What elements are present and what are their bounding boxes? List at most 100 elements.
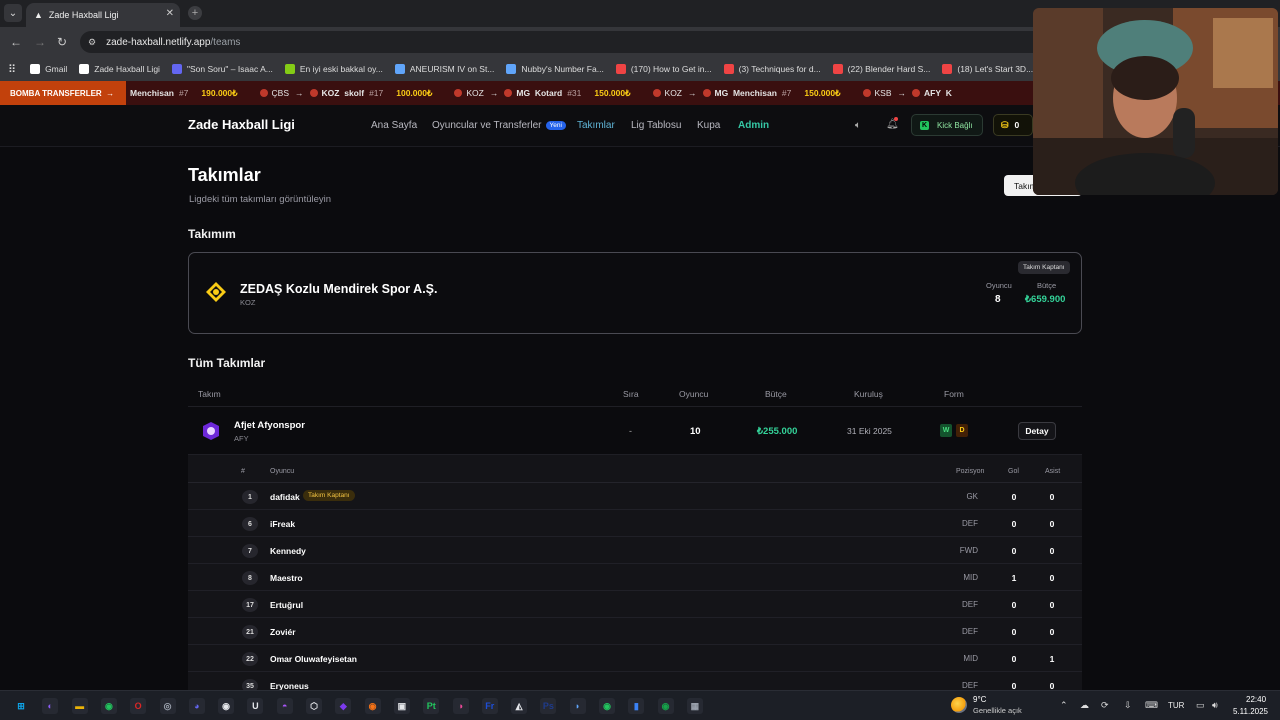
coin-balance[interactable]: ⛁ 0 — [993, 114, 1033, 136]
table-row[interactable]: 17 Ertuğrul DEF 0 0 — [188, 591, 1082, 618]
spotify-icon[interactable]: ◉ — [599, 698, 615, 714]
roster-panel: # Oyuncu Pozisyon Gol Asist 1 dafidak Takı… — [188, 455, 1082, 700]
bookmark-item[interactable]: (3) Techniques for d... — [723, 64, 821, 74]
bookmark-item[interactable]: (22) Blender Hard S... — [832, 64, 930, 74]
ticker-price: 100.000₺ — [396, 87, 433, 98]
my-team-code: KOZ — [240, 298, 256, 307]
bookmark-item[interactable]: "Son Soru" – Isaac A... — [171, 64, 273, 74]
col-team: Takım — [198, 389, 221, 399]
ticker-item[interactable]: KOZ → MG Menchisan #7 150.000₺ — [652, 88, 841, 99]
bookmark-item[interactable]: Nubby's Number Fa... — [506, 64, 604, 74]
table-row[interactable]: 6 iFreak DEF 0 0 — [188, 510, 1082, 537]
ticker-item[interactable]: Menchisan #7 190.000₺ — [130, 88, 238, 99]
nav-table-link[interactable]: Lig Tablosu — [631, 120, 681, 131]
discord-icon[interactable]: ◕ — [188, 698, 205, 714]
ticker-item[interactable]: KSB → AFY K — [862, 88, 952, 98]
close-tab-icon[interactable]: ✕ — [166, 8, 174, 19]
visual-studio-icon[interactable]: ◆ — [335, 698, 352, 714]
davinci-icon[interactable]: ◑ — [452, 698, 469, 714]
start-icon[interactable]: ⊞ — [13, 698, 29, 714]
bookmark-item[interactable]: (18) Let's Start 3D... — [942, 64, 1033, 74]
network-icon[interactable]: ▭ — [1196, 700, 1205, 711]
notion-icon[interactable]: ▮ — [628, 698, 645, 714]
nav-home-link[interactable]: Ana Sayfa — [371, 120, 417, 131]
table-row[interactable]: Afjet Afyonspor AFY - 10 ₺255.000 31 Eki… — [188, 407, 1082, 455]
team-logo-icon — [206, 282, 226, 302]
copilot-icon[interactable]: ◐ — [42, 698, 59, 714]
clock-time[interactable]: 22:40 — [1246, 695, 1266, 704]
team-code: AFY — [234, 434, 249, 443]
github-desktop-icon[interactable]: ◎ — [159, 698, 176, 714]
clock-date[interactable]: 5.11.2025 — [1233, 707, 1268, 716]
roblox-icon[interactable]: ▣ — [393, 698, 410, 714]
table-row[interactable]: 8 Maestro MID 1 0 — [188, 564, 1082, 591]
bookmark-label: Zade Haxball Ligi — [94, 64, 160, 74]
bookmark-item[interactable]: En iyi eski bakkal oy... — [284, 64, 383, 74]
usb-icon[interactable]: ⇩ — [1124, 700, 1132, 711]
nav-admin-link[interactable]: Admin — [738, 120, 769, 131]
github-icon[interactable]: ◓ — [276, 698, 293, 714]
site-brand[interactable]: Zade Haxball Ligi — [188, 117, 295, 132]
player-name: Kennedy — [270, 546, 306, 556]
ticker-item[interactable]: KOZ → MG Kotard #31 150.000₺ — [454, 88, 631, 99]
spotify-alt-icon[interactable]: ◉ — [657, 698, 674, 714]
pt-icon[interactable]: Pt — [423, 698, 440, 714]
ticker-item[interactable]: ÇBS → KOZ skolf #17 100.000₺ — [259, 87, 433, 99]
site-info-icon[interactable]: ⚙ — [88, 37, 96, 48]
bookmark-favicon-icon — [506, 64, 517, 74]
keyboard-icon[interactable]: ⌨ — [1145, 700, 1158, 711]
sync-icon[interactable]: ⟳ — [1101, 700, 1109, 711]
back-icon[interactable]: ← — [10, 35, 22, 49]
blender-icon[interactable]: ◉ — [364, 698, 381, 714]
weather-desc[interactable]: Genellikle açık — [973, 706, 1022, 715]
nav-cup-link[interactable]: Kupa — [697, 120, 720, 131]
reload-icon[interactable]: ↻ — [57, 35, 67, 49]
team-crest-icon — [702, 89, 711, 97]
forward-icon[interactable]: → — [34, 35, 46, 49]
detail-button[interactable]: Detay — [1018, 422, 1056, 440]
player-name: iFreak — [270, 519, 296, 529]
bookmark-item[interactable]: Gmail — [30, 64, 67, 74]
sound-icon[interactable]: 🔈︎ — [855, 120, 861, 131]
chrome-icon[interactable]: ◉ — [100, 698, 117, 714]
steam-icon[interactable]: ◗ — [569, 698, 586, 714]
bookmark-item[interactable]: ANEURISM IV on St... — [394, 64, 495, 74]
inkscape-icon[interactable]: ◭ — [511, 698, 528, 714]
kick-logo-icon: K — [920, 120, 929, 130]
nav-players-link[interactable]: Oyuncular ve Transferler Yeni — [432, 120, 566, 131]
tray-chevron-icon[interactable]: ⌃ — [1060, 700, 1068, 711]
col-players: Oyuncu — [679, 389, 709, 399]
input-language[interactable]: TUR — [1168, 701, 1184, 710]
captain-badge: Takım Kaptanı — [303, 490, 355, 501]
new-tab-button[interactable]: + — [188, 6, 202, 20]
volume-icon[interactable]: 🔊︎ — [1212, 700, 1218, 711]
table-row[interactable]: 21 Zoviér DEF 0 0 — [188, 618, 1082, 645]
kick-connection-button[interactable]: K Kick Bağlı — [911, 114, 983, 136]
onedrive-icon[interactable]: ☁ — [1080, 700, 1089, 711]
player-position: MID — [963, 573, 978, 582]
table-row[interactable]: 1 dafidak Takım Kaptanı GK 0 0 — [188, 483, 1082, 510]
fresco-icon[interactable]: Fr — [481, 698, 498, 714]
address-bar[interactable]: ⚙ zade-haxball.netlify.app/teams — [80, 31, 1180, 53]
my-team-card[interactable]: ZEDAŞ Kozlu Mendirek Spor A.Ş. KOZ Takım… — [188, 252, 1082, 334]
weather-temp[interactable]: 9°C — [973, 695, 986, 704]
bookmark-label: ANEURISM IV on St... — [409, 64, 495, 74]
table-row[interactable]: 22 Omar Oluwafeyisetan MID 0 1 — [188, 645, 1082, 672]
browser-tab[interactable]: ▲ Zade Haxball Ligi ✕ — [26, 3, 180, 27]
bookmark-item[interactable]: (170) How to Get in... — [615, 64, 712, 74]
file-explorer-icon[interactable]: ▬ — [71, 698, 88, 714]
tab-search-button[interactable]: ⌄ — [4, 4, 22, 22]
team-name: Afjet Afyonspor — [234, 420, 305, 431]
opera-icon[interactable]: O — [130, 698, 147, 714]
unity-icon[interactable]: ⬡ — [306, 698, 322, 714]
calculator-icon[interactable]: ▦ — [686, 698, 703, 714]
obs-icon[interactable]: ◉ — [218, 698, 235, 714]
unreal-icon[interactable]: U — [247, 698, 264, 714]
bookmark-item[interactable]: Zade Haxball Ligi — [79, 64, 160, 74]
photoshop-icon[interactable]: Ps — [540, 698, 557, 714]
weather-icon[interactable] — [951, 697, 967, 713]
nav-teams-link[interactable]: Takımlar — [577, 120, 615, 131]
apps-grid-icon[interactable]: ⠿ — [8, 63, 16, 76]
table-row[interactable]: 7 Kennedy FWD 0 0 — [188, 537, 1082, 564]
player-assists: 0 — [1049, 546, 1055, 556]
